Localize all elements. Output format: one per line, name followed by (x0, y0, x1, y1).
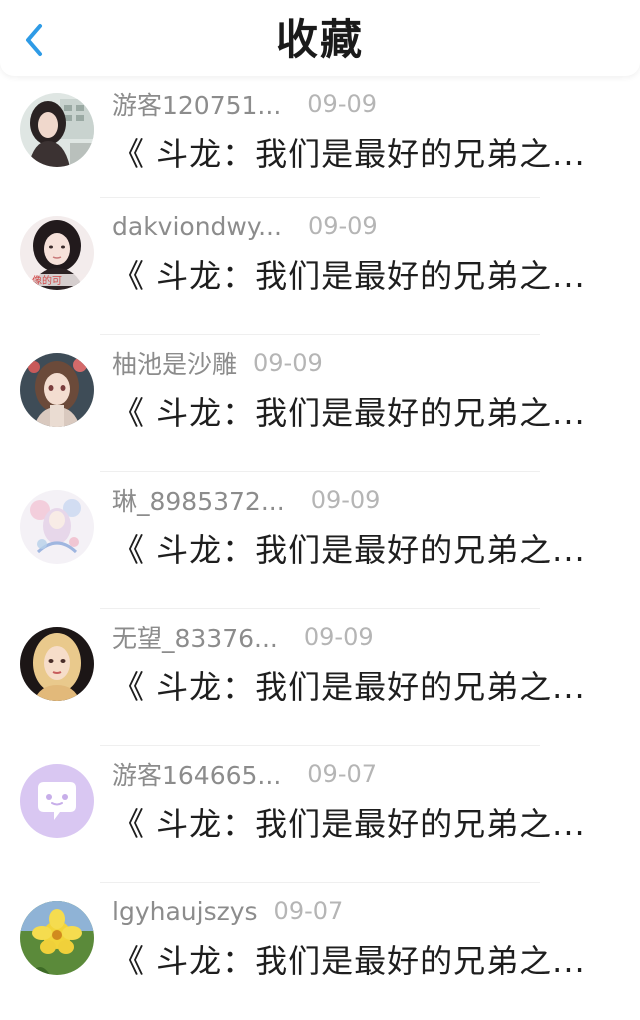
username[interactable]: 柚池是沙雕 (112, 345, 237, 381)
list-item[interactable]: 游客164665... 09-07 《 斗龙：我们是最好的兄弟之... (0, 746, 640, 883)
item-content[interactable]: 《 斗龙：我们是最好的兄弟之... (112, 391, 592, 435)
item-content[interactable]: 《 斗龙：我们是最好的兄弟之... (112, 802, 592, 846)
date: 09-07 (307, 760, 378, 788)
item-content[interactable]: 《 斗龙：我们是最好的兄弟之... (112, 528, 592, 572)
yellow-flower-avatar[interactable] (20, 901, 94, 975)
girl-photo-avatar[interactable] (20, 93, 94, 167)
list-item[interactable]: 游客120751... 09-09 《 斗龙：我们是最好的兄弟之... (0, 76, 640, 198)
date: 09-09 (303, 623, 374, 651)
item-content[interactable]: 《 斗龙：我们是最好的兄弟之... (112, 665, 592, 709)
svg-text:像的可: 像的可 (32, 274, 62, 287)
date: 09-09 (307, 212, 378, 240)
date: 09-09 (310, 486, 381, 514)
username[interactable]: 游客164665... (112, 756, 281, 792)
list-item[interactable]: 柚池是沙雕 09-09 《 斗龙：我们是最好的兄弟之... (0, 335, 640, 472)
date: 09-09 (253, 349, 323, 377)
username[interactable]: lgyhaujszys (112, 897, 258, 926)
list-item[interactable]: 无望_83376... 09-09 《 斗龙：我们是最好的兄弟之... (0, 609, 640, 746)
item-content[interactable]: 《 斗龙：我们是最好的兄弟之... (112, 939, 592, 983)
list-item[interactable]: 像的可 dakviondwy... 09-09 《 斗龙：我们是最好的兄弟之..… (0, 198, 640, 335)
item-meta: 游客164665... 09-07 (112, 756, 377, 792)
date: 09-07 (273, 897, 344, 925)
chat-bubble-avatar[interactable] (20, 764, 94, 838)
top-bar: 收藏 (0, 0, 640, 76)
item-meta: dakviondwy... 09-09 (112, 208, 378, 244)
username[interactable]: 无望_83376... (112, 619, 278, 655)
girl-portrait-avatar[interactable]: 像的可 (20, 216, 94, 290)
blonde-girl-avatar[interactable] (20, 627, 94, 701)
item-meta: lgyhaujszys 09-07 (112, 893, 343, 929)
page-title: 收藏 (275, 15, 364, 64)
favorites-list: 游客120751... 09-09 《 斗龙：我们是最好的兄弟之... 像的可 … (0, 76, 640, 1020)
item-meta: 无望_83376... 09-09 (112, 619, 374, 655)
list-item[interactable]: 琳_8985372... 09-09 《 斗龙：我们是最好的兄弟之... (0, 472, 640, 609)
date: 09-09 (307, 90, 378, 118)
username[interactable]: 琳_8985372... (112, 482, 285, 518)
pastel-art-avatar[interactable] (20, 490, 94, 564)
list-item[interactable]: lgyhaujszys 09-07 《 斗龙：我们是最好的兄弟之... (0, 883, 640, 1020)
item-meta: 琳_8985372... 09-09 (112, 482, 380, 518)
item-content[interactable]: 《 斗龙：我们是最好的兄弟之... (112, 254, 592, 298)
item-meta: 游客120751... 09-09 (112, 86, 377, 122)
item-content[interactable]: 《 斗龙：我们是最好的兄弟之... (112, 132, 592, 176)
username[interactable]: 游客120751... (112, 86, 281, 122)
username[interactable]: dakviondwy... (112, 212, 282, 241)
item-meta: 柚池是沙雕 09-09 (112, 345, 323, 381)
anime-girl-avatar[interactable] (20, 353, 94, 427)
